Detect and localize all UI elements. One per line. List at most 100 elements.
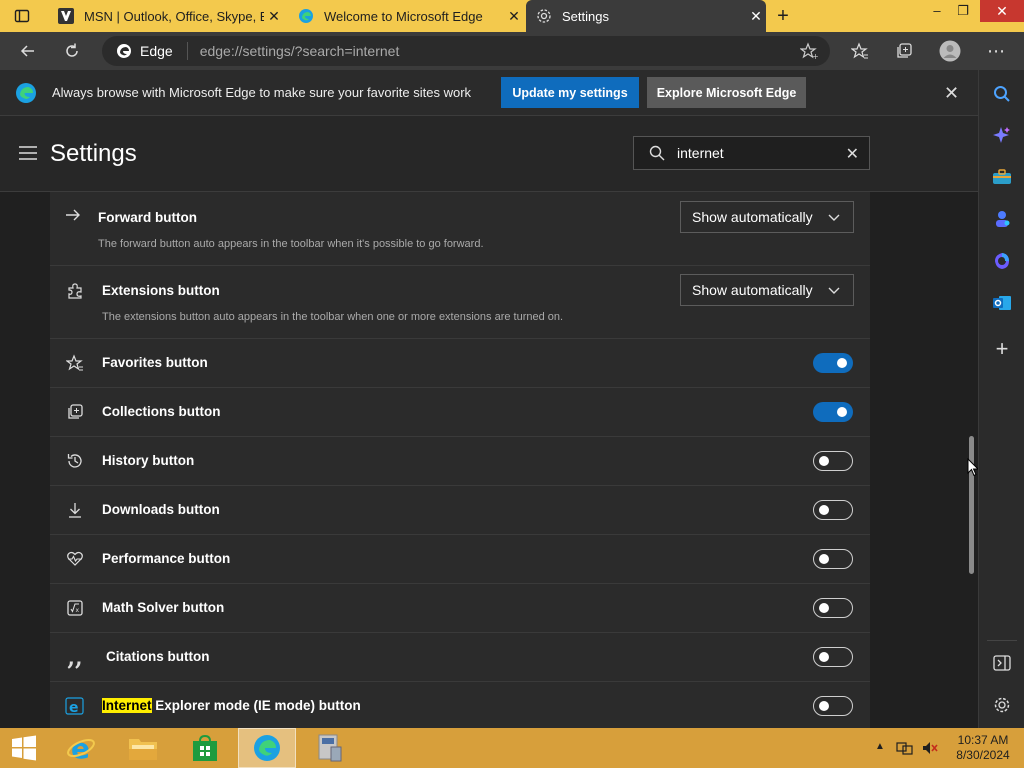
page-title: Settings bbox=[50, 140, 137, 167]
close-banner-icon[interactable]: ✕ bbox=[944, 83, 959, 104]
toggle-knob bbox=[819, 701, 829, 711]
tab-msn[interactable]: MSN | Outlook, Office, Skype, Bi ✕ bbox=[48, 0, 284, 32]
setting-row-math-solver-button: x Math Solver button bbox=[50, 584, 870, 633]
citations-button-toggle[interactable] bbox=[813, 647, 853, 667]
update-settings-button[interactable]: Update my settings bbox=[501, 77, 639, 108]
explore-edge-button[interactable]: Explore Microsoft Edge bbox=[647, 77, 806, 108]
favorites-star-icon bbox=[64, 352, 86, 374]
clock-date: 8/30/2024 bbox=[956, 748, 1010, 762]
tab-welcome-edge[interactable]: Welcome to Microsoft Edge ✕ bbox=[288, 0, 524, 32]
forward-button-dropdown[interactable]: Show automatically bbox=[680, 201, 854, 233]
banner-message: Always browse with Microsoft Edge to mak… bbox=[52, 85, 472, 100]
setting-label: Downloads button bbox=[102, 502, 220, 517]
downloads-button-toggle[interactable] bbox=[813, 500, 853, 520]
chevron-down-icon bbox=[828, 214, 840, 221]
internet-explorer-icon: e bbox=[67, 733, 95, 763]
default-browser-banner: Always browse with Microsoft Edge to mak… bbox=[0, 70, 978, 116]
close-tab-icon[interactable]: ✕ bbox=[504, 8, 524, 25]
svg-text:e: e bbox=[71, 733, 90, 763]
taskbar-file-explorer[interactable] bbox=[114, 728, 172, 768]
office-icon[interactable] bbox=[991, 250, 1013, 272]
setting-label: Citations button bbox=[106, 649, 210, 664]
gear-icon bbox=[536, 8, 552, 24]
clear-search-icon[interactable]: ✕ bbox=[846, 144, 859, 164]
ie-icon: e bbox=[64, 695, 86, 717]
msn-favicon-icon bbox=[58, 8, 74, 24]
scrollbar-thumb[interactable] bbox=[969, 436, 974, 574]
back-button[interactable] bbox=[12, 32, 44, 70]
setting-description: The forward button auto appears in the t… bbox=[98, 238, 484, 250]
edge-logo-icon bbox=[15, 82, 37, 107]
add-favorite-icon[interactable]: + bbox=[799, 42, 819, 63]
window-close-button[interactable]: ✕ bbox=[980, 0, 1024, 22]
restore-button[interactable]: ❐ bbox=[950, 0, 976, 22]
outlook-icon[interactable] bbox=[991, 292, 1013, 314]
svg-text:x: x bbox=[76, 607, 80, 614]
history-button-toggle[interactable] bbox=[813, 451, 853, 471]
copilot-sparkle-icon[interactable] bbox=[991, 124, 1013, 146]
collections-icon bbox=[64, 401, 86, 423]
taskbar-store[interactable] bbox=[176, 728, 234, 768]
edge-favicon-icon bbox=[298, 8, 314, 24]
toggle-knob bbox=[837, 407, 847, 417]
collections-toolbar-button[interactable] bbox=[888, 32, 920, 70]
heartbeat-icon bbox=[64, 548, 86, 570]
favorites-button-toggle[interactable] bbox=[813, 353, 853, 373]
arrow-right-icon bbox=[62, 204, 84, 226]
games-icon[interactable] bbox=[991, 208, 1013, 230]
divider bbox=[186, 42, 188, 60]
ie-mode-button-toggle[interactable] bbox=[813, 696, 853, 716]
math-icon: x bbox=[64, 597, 86, 619]
favorites-icon bbox=[851, 42, 868, 59]
setting-label: Performance button bbox=[102, 551, 231, 566]
dropdown-value: Show automatically bbox=[692, 209, 813, 225]
tab-title: MSN | Outlook, Office, Skype, Bi bbox=[84, 8, 264, 24]
taskbar-internet-explorer[interactable]: e bbox=[52, 728, 110, 768]
taskbar-clock[interactable]: 10:37 AM 8/30/2024 bbox=[948, 733, 1018, 763]
hamburger-menu-icon[interactable] bbox=[19, 146, 37, 165]
network-icon[interactable] bbox=[896, 740, 914, 761]
settings-search-input[interactable]: internet ✕ bbox=[633, 136, 870, 170]
browser-toolbar: Edge edge://settings/?search=internet + … bbox=[0, 32, 1024, 70]
add-sidebar-app-icon[interactable]: + bbox=[991, 336, 1013, 361]
tab-actions-icon[interactable] bbox=[14, 8, 30, 24]
refresh-button[interactable] bbox=[56, 32, 88, 70]
minimize-button[interactable]: – bbox=[924, 0, 950, 22]
hide-sidebar-icon[interactable] bbox=[991, 652, 1013, 674]
math-solver-button-toggle[interactable] bbox=[813, 598, 853, 618]
close-tab-icon[interactable]: ✕ bbox=[264, 8, 284, 25]
start-button[interactable] bbox=[0, 728, 48, 768]
windows-taskbar: e ▲ bbox=[0, 728, 1024, 768]
setting-label: Collections button bbox=[102, 404, 221, 419]
show-hidden-icons[interactable]: ▲ bbox=[875, 741, 885, 752]
setting-row-history-button: History button bbox=[50, 437, 870, 486]
setting-row-extensions-button: Extensions button The extensions button … bbox=[50, 266, 870, 339]
profile-button[interactable] bbox=[934, 32, 966, 70]
favorites-button[interactable] bbox=[844, 32, 876, 70]
more-menu-button[interactable]: ⋯ bbox=[980, 32, 1012, 70]
performance-button-toggle[interactable] bbox=[813, 549, 853, 569]
setting-label: Favorites button bbox=[102, 355, 208, 370]
setting-label: Internet Explorer mode (IE mode) button bbox=[102, 698, 361, 713]
search-highlight: Internet bbox=[102, 698, 152, 713]
taskbar-edge[interactable] bbox=[238, 728, 296, 768]
tab-title: Welcome to Microsoft Edge bbox=[324, 8, 483, 24]
tools-briefcase-icon[interactable] bbox=[991, 166, 1013, 188]
extensions-button-dropdown[interactable]: Show automatically bbox=[680, 274, 854, 306]
volume-muted-icon[interactable] bbox=[921, 740, 939, 761]
address-bar[interactable]: Edge edge://settings/?search=internet + bbox=[102, 36, 830, 66]
collections-button-toggle[interactable] bbox=[813, 402, 853, 422]
toggle-knob bbox=[819, 505, 829, 515]
sidebar-settings-gear-icon[interactable] bbox=[991, 694, 1013, 716]
setting-row-citations-button: ,, Citations button bbox=[50, 633, 870, 682]
search-icon[interactable] bbox=[991, 83, 1013, 105]
close-tab-icon[interactable]: ✕ bbox=[746, 8, 766, 25]
tab-settings[interactable]: Settings ✕ bbox=[526, 0, 766, 32]
chevron-down-icon bbox=[828, 287, 840, 294]
clock-time: 10:37 AM bbox=[957, 733, 1009, 747]
taskbar-app[interactable] bbox=[300, 728, 358, 768]
setting-row-performance-button: Performance button bbox=[50, 535, 870, 584]
new-tab-button[interactable]: + bbox=[772, 5, 794, 27]
svg-text:e: e bbox=[69, 700, 79, 716]
download-icon bbox=[64, 499, 86, 521]
